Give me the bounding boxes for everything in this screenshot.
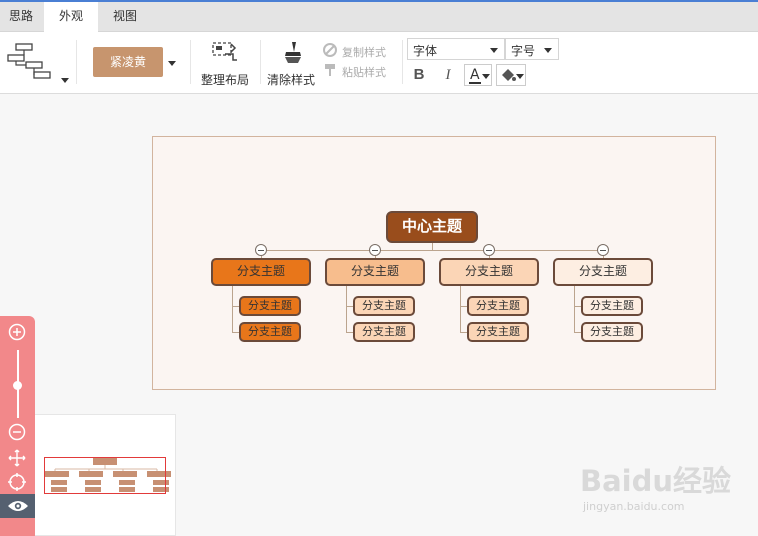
clear-style-label: 清除样式 <box>266 73 315 87</box>
zoom-slider-handle[interactable] <box>13 381 22 390</box>
italic-button[interactable]: I <box>438 64 458 86</box>
organize-layout-label: 整理布局 <box>200 73 249 87</box>
branch-topic-node[interactable]: 分支主题 <box>325 258 425 286</box>
copy-style-button[interactable]: 复制样式 <box>322 42 398 60</box>
font-family-select[interactable]: 字体 <box>407 38 505 60</box>
theme-dropdown-chevron-icon[interactable] <box>168 61 176 66</box>
paint-bucket-icon <box>502 69 516 81</box>
divider <box>190 40 191 84</box>
branch-topic-node[interactable]: 分支主题 <box>439 258 539 286</box>
divider <box>76 40 77 84</box>
chevron-down-icon <box>482 74 490 79</box>
branch-topic-node[interactable]: 分支主题 <box>211 258 311 286</box>
watermark: Baidu经验 jingyan.baidu.com <box>580 458 750 528</box>
minimap-toggle-button[interactable] <box>0 494 35 518</box>
subtopic-node[interactable]: 分支主题 <box>467 322 529 342</box>
font-family-value: 字体 <box>413 44 438 58</box>
font-size-value: 字号 <box>511 44 536 58</box>
connector-line <box>261 250 604 251</box>
connector-line <box>232 286 233 333</box>
fill-color-button[interactable] <box>496 64 526 86</box>
collapse-toggle-icon[interactable] <box>483 244 495 256</box>
locate-center-icon[interactable] <box>8 473 26 491</box>
zoom-in-icon[interactable] <box>8 323 26 341</box>
copy-style-icon <box>323 43 337 57</box>
subtopic-node[interactable]: 分支主题 <box>353 322 415 342</box>
paste-style-icon <box>325 64 335 76</box>
watermark-site: jingyan.baidu.com <box>583 500 685 513</box>
subtopic-node[interactable]: 分支主题 <box>581 322 643 342</box>
chevron-down-icon <box>61 78 69 83</box>
subtopic-node[interactable]: 分支主题 <box>239 322 301 342</box>
chevron-down-icon <box>516 74 524 79</box>
connector-line <box>346 286 347 333</box>
chevron-down-icon <box>490 48 498 53</box>
tab-bar: 思路 外观 视图 <box>0 2 758 33</box>
minimap-viewport[interactable] <box>44 457 166 494</box>
font-color-button[interactable]: A <box>464 64 492 86</box>
subtopic-node[interactable]: 分支主题 <box>239 296 301 316</box>
divider <box>402 40 403 84</box>
zoom-out-icon[interactable] <box>8 423 26 441</box>
center-topic-node[interactable]: 中心主题 <box>386 211 478 243</box>
eye-icon <box>8 501 28 511</box>
theme-button[interactable]: 紧凌黄 <box>93 47 163 77</box>
connector-line <box>460 286 461 333</box>
paste-style-label: 粘贴样式 <box>342 66 386 79</box>
watermark-brand: Baidu经验 <box>580 464 732 498</box>
subtopic-node[interactable]: 分支主题 <box>467 296 529 316</box>
collapse-toggle-icon[interactable] <box>597 244 609 256</box>
paste-style-button[interactable]: 粘贴样式 <box>322 62 398 80</box>
font-color-swatch <box>469 82 481 84</box>
tab-mindset[interactable]: 思路 <box>0 2 42 32</box>
subtopic-node[interactable]: 分支主题 <box>581 296 643 316</box>
copy-style-label: 复制样式 <box>342 46 386 59</box>
structure-button[interactable] <box>6 40 72 86</box>
tab-view[interactable]: 视图 <box>100 2 150 32</box>
chevron-down-icon <box>544 48 552 53</box>
collapse-toggle-icon[interactable] <box>255 244 267 256</box>
divider <box>260 40 261 84</box>
brush-icon <box>285 42 301 63</box>
collapse-toggle-icon[interactable] <box>369 244 381 256</box>
organize-layout-button[interactable]: 整理布局 <box>198 40 252 90</box>
move-icon[interactable] <box>8 449 26 467</box>
organize-layout-icon <box>212 42 237 61</box>
branch-topic-node[interactable]: 分支主题 <box>553 258 653 286</box>
connector-line <box>574 286 575 333</box>
clear-style-button[interactable]: 清除样式 <box>264 40 318 90</box>
ribbon-toolbar: 紧凌黄 整理布局 清除样式 复制样式 粘贴样式 字体 字号 B I A <box>0 32 758 94</box>
subtopic-node[interactable]: 分支主题 <box>353 296 415 316</box>
bold-button[interactable]: B <box>409 64 429 86</box>
font-size-select[interactable]: 字号 <box>505 38 559 60</box>
structure-icon <box>7 43 51 79</box>
tab-appearance[interactable]: 外观 <box>44 2 98 33</box>
